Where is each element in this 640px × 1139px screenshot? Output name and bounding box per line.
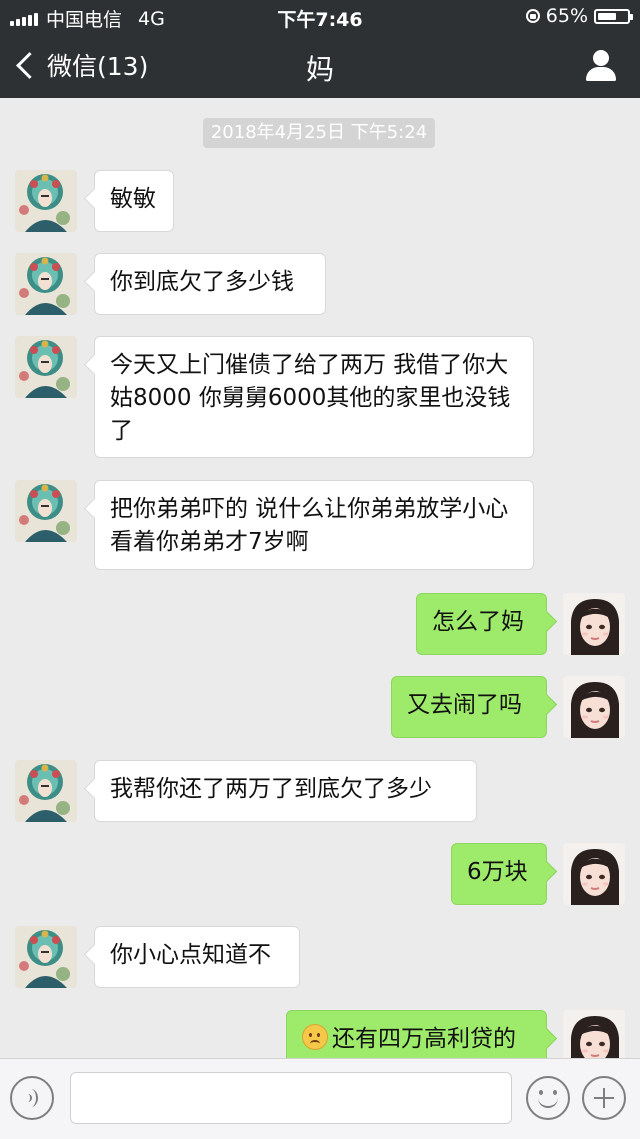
message-input[interactable] xyxy=(70,1072,512,1124)
input-bar xyxy=(0,1058,640,1139)
message-text: 还有四万高利贷的 xyxy=(332,1026,516,1052)
contact-avatar[interactable] xyxy=(15,760,77,822)
message-text: 又去闹了吗 xyxy=(407,692,522,718)
more-options-button[interactable] xyxy=(582,1076,626,1120)
message-bubble-received[interactable]: 敏敏 xyxy=(94,170,174,232)
message-bubble-sent[interactable]: 又去闹了吗 xyxy=(391,676,547,738)
contact-avatar[interactable] xyxy=(15,480,77,542)
message-bubble-received[interactable]: 你小心点知道不 xyxy=(94,926,300,988)
emoji-button[interactable] xyxy=(526,1076,570,1120)
message-text: 我帮你还了两万了到底欠了多少 xyxy=(110,776,432,802)
my-avatar[interactable] xyxy=(563,843,625,905)
message-bubble-sent[interactable]: 还有四万高利贷的 xyxy=(286,1010,547,1058)
my-avatar[interactable] xyxy=(563,676,625,738)
chat-title: 妈 xyxy=(305,53,334,86)
contact-avatar[interactable] xyxy=(15,170,77,232)
chat-area[interactable]: 2018年4月25日 下午5:24 敏敏 你到底欠了多少钱 今天又上门催债了给了… xyxy=(0,98,640,1058)
message-bubble-received[interactable]: 今天又上门催债了给了两万 我借了你大姑8000 你舅舅6000其他的家里也没钱了 xyxy=(94,336,534,458)
voice-wave-icon xyxy=(24,1089,38,1107)
message-bubble-received[interactable]: 我帮你还了两万了到底欠了多少 xyxy=(94,760,477,822)
message-bubble-sent[interactable]: 怎么了妈 xyxy=(416,593,547,655)
contact-info-button[interactable] xyxy=(584,48,618,82)
person-icon-body xyxy=(586,67,616,81)
status-bar: 中国电信 4G 下午7:46 65% xyxy=(0,0,640,32)
contact-avatar[interactable] xyxy=(15,336,77,398)
my-avatar[interactable] xyxy=(563,593,625,655)
battery-fill xyxy=(598,12,616,20)
message-text: 怎么了妈 xyxy=(432,609,524,635)
message-text: 把你弟弟吓的 说什么让你弟弟放学小心看着你弟弟才7岁啊 xyxy=(110,496,509,555)
message-text: 你到底欠了多少钱 xyxy=(110,269,294,295)
my-avatar[interactable] xyxy=(563,1010,625,1058)
person-icon-head xyxy=(593,50,609,66)
chat-timestamp: 2018年4月25日 下午5:24 xyxy=(203,118,435,148)
message-text: 今天又上门催债了给了两万 我借了你大姑8000 你舅舅6000其他的家里也没钱了 xyxy=(110,352,511,444)
message-bubble-sent[interactable]: 6万块 xyxy=(451,843,547,905)
message-text: 6万块 xyxy=(467,859,528,885)
message-text: 敏敏 xyxy=(110,186,156,212)
contact-avatar[interactable] xyxy=(15,926,77,988)
rotation-lock-icon xyxy=(525,9,540,23)
contact-avatar[interactable] xyxy=(15,253,77,315)
frown-emoji-icon xyxy=(302,1024,328,1050)
message-text: 你小心点知道不 xyxy=(110,942,271,968)
nav-bar: 微信(13) 妈 xyxy=(0,32,640,98)
battery-icon xyxy=(594,8,633,24)
status-right: 65% xyxy=(525,5,633,27)
message-bubble-received[interactable]: 把你弟弟吓的 说什么让你弟弟放学小心看着你弟弟才7岁啊 xyxy=(94,480,534,570)
message-bubble-received[interactable]: 你到底欠了多少钱 xyxy=(94,253,326,315)
battery-percent: 65% xyxy=(545,5,588,27)
voice-input-button[interactable] xyxy=(10,1076,54,1120)
